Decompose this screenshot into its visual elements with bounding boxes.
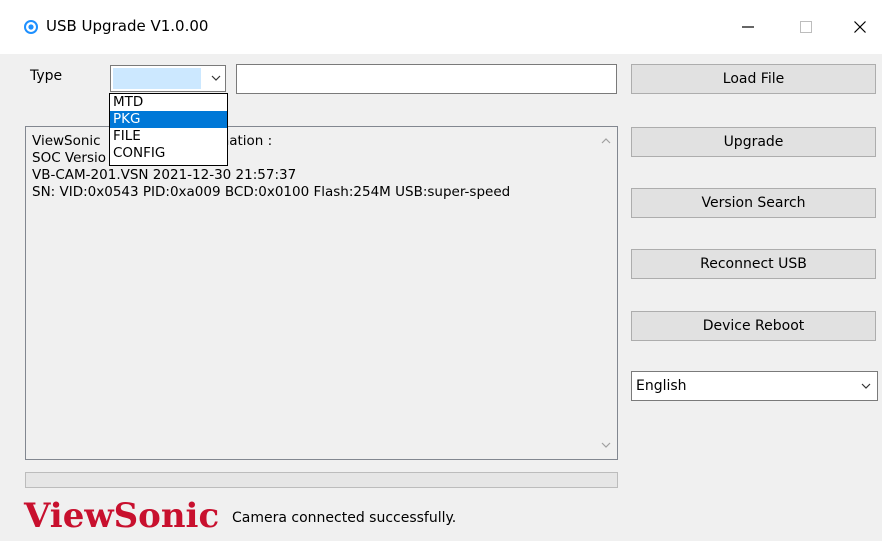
device-reboot-button[interactable]: Device Reboot xyxy=(631,311,876,341)
type-selected-value xyxy=(113,68,201,89)
type-dropdown-list: MTD PKG FILE CONFIG xyxy=(109,93,228,166)
dropdown-option-pkg[interactable]: PKG xyxy=(110,111,227,128)
upgrade-progress-bar xyxy=(25,472,618,488)
close-icon xyxy=(854,21,866,33)
scroll-up-icon[interactable] xyxy=(601,137,611,144)
info-line: SN: VID:0x0543 PID:0xa009 BCD:0x0100 Fla… xyxy=(32,184,511,200)
language-combobox[interactable]: English xyxy=(631,371,878,401)
title-bar[interactable]: USB Upgrade V1.0.00 xyxy=(0,0,882,54)
usb-upgrade-window: USB Upgrade V1.0.00 Type Load File Upgra… xyxy=(0,0,882,541)
app-icon xyxy=(24,20,38,34)
maximize-icon xyxy=(800,21,812,33)
upgrade-button[interactable]: Upgrade xyxy=(631,127,876,157)
chevron-down-icon xyxy=(211,75,221,81)
dropdown-option-config[interactable]: CONFIG xyxy=(110,145,227,162)
type-combobox[interactable] xyxy=(110,65,226,92)
status-text: Camera connected successfully. xyxy=(232,510,457,526)
dropdown-option-mtd[interactable]: MTD xyxy=(110,94,227,111)
load-file-button[interactable]: Load File xyxy=(631,64,876,94)
viewsonic-logo: ViewSonic xyxy=(24,496,220,536)
info-line: VB-CAM-201.VSN 2021-12-30 21:57:37 xyxy=(32,167,297,183)
minimize-icon xyxy=(742,26,754,28)
maximize-button[interactable] xyxy=(784,10,828,44)
minimize-button[interactable] xyxy=(726,10,770,44)
scroll-down-icon[interactable] xyxy=(601,442,611,449)
dropdown-option-file[interactable]: FILE xyxy=(110,128,227,145)
info-textarea[interactable]: ViewSonic ncam Information :SOC VersioVB… xyxy=(25,126,618,460)
file-path-input[interactable] xyxy=(236,64,617,94)
version-search-button[interactable]: Version Search xyxy=(631,188,876,218)
close-button[interactable] xyxy=(838,10,882,44)
window-title: USB Upgrade V1.0.00 xyxy=(46,17,209,35)
chevron-down-icon xyxy=(861,383,871,389)
type-label: Type xyxy=(30,68,63,84)
reconnect-usb-button[interactable]: Reconnect USB xyxy=(631,249,876,279)
language-selected-value: English xyxy=(636,378,687,394)
